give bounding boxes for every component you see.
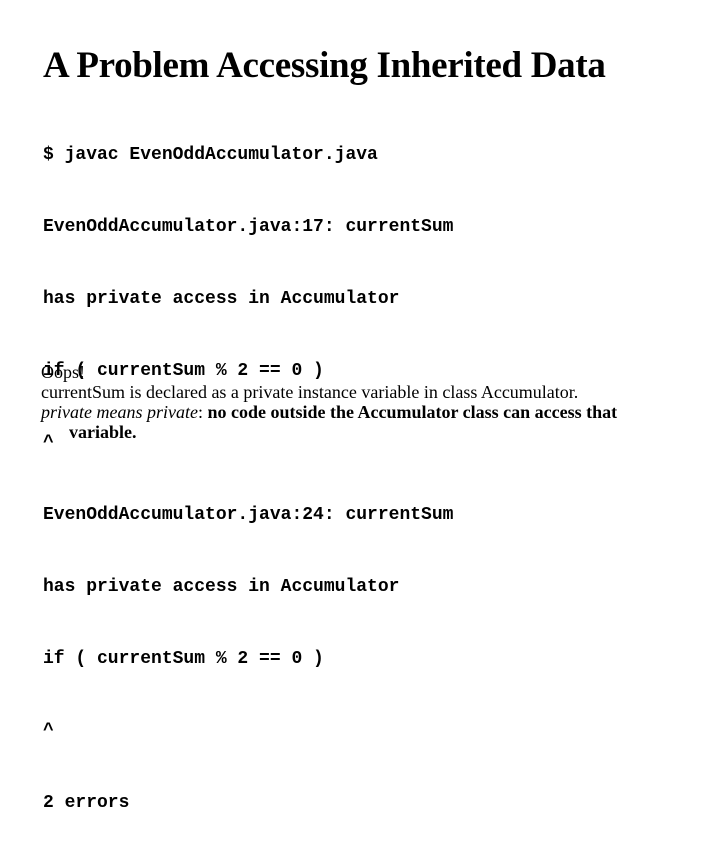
explanation-declaration: currentSum is declared as a private inst… [41,382,579,402]
explanation: Oops! currentSum is declared as a privat… [41,362,681,442]
compiler-output-line: 2 errors [43,793,130,813]
slide-title: A Problem Accessing Inherited Data [43,45,606,86]
compiler-output-line: $ javac EvenOddAccumulator.java [43,145,378,165]
compiler-output-line: EvenOddAccumulator.java:17: currentSum [43,217,454,237]
compiler-output-line: ^ [43,721,54,741]
compiler-output-line: EvenOddAccumulator.java:24: currentSum [43,505,454,525]
private-means-private: private means private [41,402,198,422]
compiler-output-line: has private access in Accumulator [43,577,400,597]
explanation-private-rule: private means private: no code outside t… [41,402,681,442]
compiler-output-line: if ( currentSum % 2 == 0 ) [43,649,324,669]
compiler-output: $ javac EvenOddAccumulator.java EvenOddA… [43,95,453,863]
compiler-output-line: has private access in Accumulator [43,289,400,309]
explanation-oops: Oops! [41,362,85,382]
